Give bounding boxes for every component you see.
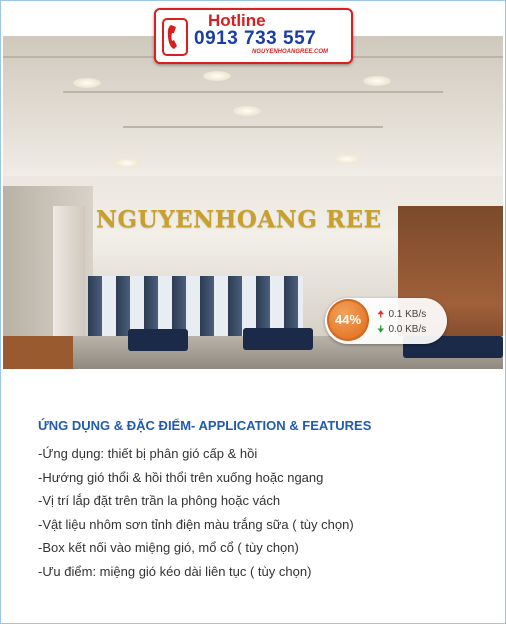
feature-item: -Vị trí lắp đặt trên trần la phông hoặc … (38, 493, 281, 508)
upload-rate: 🠉 0.1 KB/s (377, 307, 426, 323)
network-usage-percent: 44% (334, 312, 362, 327)
phone-icon (162, 18, 188, 56)
brand-title: NGUYENHOANG REE (96, 206, 382, 233)
download-rate-value: 0.0 KB/s (388, 324, 427, 335)
reception-desk (3, 336, 73, 369)
ceiling-diffuser-line (63, 91, 443, 93)
feature-item: -Ưu điểm: miệng gió kéo dài liên tục ( t… (38, 563, 312, 579)
ceiling-light (233, 106, 261, 116)
feature-item: -Ứng dụng: thiết bị phân gió cấp & hồi (38, 446, 258, 461)
ceiling-light (203, 71, 231, 81)
features-list: -Ứng dụng: thiết bị phân gió cấp & hồi -… (38, 446, 354, 587)
hotline-number[interactable]: 0913 733 557 (194, 28, 316, 50)
ceiling-light (113, 158, 141, 168)
download-rate: 🠋 0.0 KB/s (377, 322, 426, 338)
section-title: ỨNG DỤNG & ĐẶC ĐIỂM- APPLICATION & FEATU… (38, 418, 372, 433)
ceiling-light (363, 76, 391, 86)
hotline-banner[interactable]: Hotline 0913 733 557 NGUYENHOANGREE.COM (154, 8, 353, 64)
feature-item: -Vật liệu nhôm sơn tỉnh điện màu trắng s… (38, 516, 354, 532)
arrow-up-icon: 🠉 (377, 309, 385, 319)
sofa (243, 328, 313, 350)
ceiling-light (73, 78, 101, 88)
network-speed-widget[interactable]: 44% 🠉 0.1 KB/s 🠋 0.0 KB/s (325, 298, 447, 344)
hero-image: NGUYENHOANG REE 44% 🠉 0.1 KB/s 🠋 0.0 KB/s (3, 36, 503, 369)
feature-item: -Hướng gió thổi & hồi thổi trên xuống ho… (38, 469, 324, 485)
sofa (128, 329, 188, 351)
upload-rate-value: 0.1 KB/s (388, 309, 427, 320)
arrow-down-icon: 🠋 (377, 324, 385, 334)
hotline-website[interactable]: NGUYENHOANGREE.COM (252, 49, 328, 55)
ceiling-light (333, 154, 361, 164)
ceiling-diffuser-line (123, 126, 383, 128)
network-usage-gauge: 44% (327, 299, 369, 341)
feature-item: -Box kết nối vào miệng gió, mổ cổ ( tùy … (38, 540, 299, 555)
